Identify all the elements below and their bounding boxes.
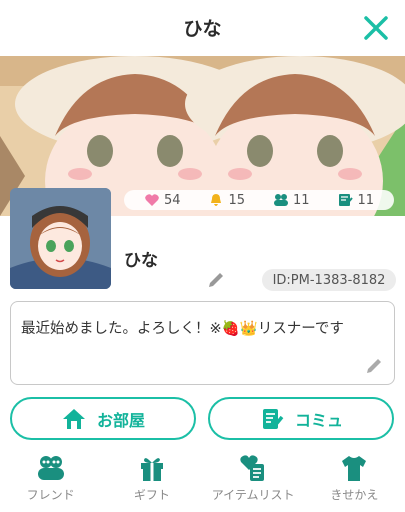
stat-likes-value: 54 bbox=[163, 192, 181, 208]
notebook-edit-icon bbox=[262, 408, 284, 429]
community-button[interactable]: コミュ bbox=[208, 397, 394, 440]
nav-gift-label: ギフト bbox=[133, 488, 170, 502]
nav-dressup[interactable]: きせかえ bbox=[304, 450, 405, 512]
gift-icon bbox=[140, 458, 163, 481]
user-id-badge: ID:PM-1383-8182 bbox=[262, 269, 396, 291]
bio-box[interactable]: 最近始めました。よろしく！※🍓👑リスナーです bbox=[10, 301, 395, 385]
nav-dressup-label: きせかえ bbox=[330, 488, 379, 502]
page-title: ひな bbox=[183, 18, 222, 40]
edit-bio-icon[interactable] bbox=[364, 356, 384, 376]
stat-friends: 11 bbox=[273, 193, 310, 208]
notebook-icon bbox=[339, 194, 354, 206]
tshirt-icon bbox=[342, 456, 367, 481]
home-icon bbox=[62, 408, 85, 429]
stat-notifications: 15 bbox=[208, 193, 245, 208]
avatar[interactable] bbox=[10, 188, 111, 289]
stats-bar: 54 15 11 11 bbox=[124, 190, 394, 210]
heart-icon bbox=[145, 194, 159, 206]
stat-posts-value: 11 bbox=[357, 192, 375, 208]
room-button-label: お部屋 bbox=[96, 410, 145, 430]
stat-posts: 11 bbox=[337, 193, 374, 208]
stat-likes: 54 bbox=[144, 193, 181, 208]
bell-icon bbox=[211, 194, 222, 206]
bottom-nav: フレンド ギフト アイテムリスト きせかえ bbox=[0, 450, 405, 512]
username: ひな bbox=[124, 251, 158, 271]
edit-name-icon[interactable] bbox=[206, 270, 226, 290]
nav-friends[interactable]: フレンド bbox=[0, 450, 101, 512]
nav-item-list-label: アイテムリスト bbox=[211, 488, 295, 502]
friends-icon bbox=[37, 456, 64, 480]
stat-notifications-value: 15 bbox=[228, 192, 246, 208]
stat-friends-value: 11 bbox=[292, 192, 310, 208]
heart-list-icon bbox=[240, 455, 265, 481]
header: ひな bbox=[0, 0, 405, 56]
friends-icon bbox=[273, 194, 288, 206]
room-button[interactable]: お部屋 bbox=[10, 397, 196, 440]
community-button-label: コミュ bbox=[294, 410, 343, 430]
close-icon[interactable] bbox=[363, 15, 389, 41]
bio-text: 最近始めました。よろしく！※🍓👑リスナーです bbox=[21, 321, 344, 337]
nav-friends-label: フレンド bbox=[26, 488, 75, 502]
nav-item-list[interactable]: アイテムリスト bbox=[203, 450, 304, 512]
nav-gift[interactable]: ギフト bbox=[101, 450, 202, 512]
